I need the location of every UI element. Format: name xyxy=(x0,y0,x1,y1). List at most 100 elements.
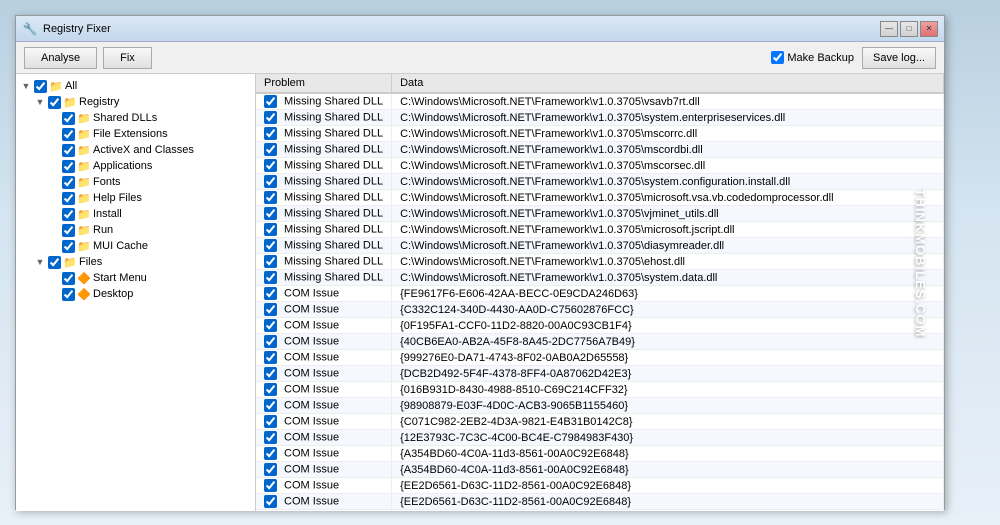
tree-expand-icon[interactable] xyxy=(48,192,60,204)
tree-item[interactable]: 📁Applications xyxy=(16,158,255,174)
row-checkbox[interactable] xyxy=(264,111,277,124)
row-checkbox[interactable] xyxy=(264,207,277,220)
tree-expand-icon[interactable] xyxy=(48,288,60,300)
tree-checkbox[interactable] xyxy=(62,192,75,205)
tree-expand-icon[interactable]: ▼ xyxy=(34,256,46,268)
make-backup-checkbox[interactable] xyxy=(771,51,784,64)
tree-expand-icon[interactable] xyxy=(48,272,60,284)
tree-item[interactable]: ▼📁All xyxy=(16,78,255,94)
table-row[interactable]: Missing Shared DLL C:\Windows\Microsoft.… xyxy=(256,222,944,238)
tree-item[interactable]: 📁MUI Cache xyxy=(16,238,255,254)
table-row[interactable]: COM Issue {016B931D-8430-4988-8510-C69C2… xyxy=(256,382,944,398)
table-row[interactable]: COM Issue {C071C982-2EB2-4D3A-9821-E4B31… xyxy=(256,414,944,430)
table-row[interactable]: COM Issue {40CB6EA0-AB2A-45F8-8A45-2DC77… xyxy=(256,334,944,350)
row-checkbox[interactable] xyxy=(264,383,277,396)
tree-expand-icon[interactable] xyxy=(48,144,60,156)
row-checkbox[interactable] xyxy=(264,303,277,316)
tree-expand-icon[interactable]: ▼ xyxy=(20,80,32,92)
tree-checkbox[interactable] xyxy=(48,256,61,269)
tree-checkbox[interactable] xyxy=(62,112,75,125)
tree-checkbox[interactable] xyxy=(62,176,75,189)
tree-checkbox[interactable] xyxy=(62,208,75,221)
table-row[interactable]: COM Issue {C332C124-340D-4430-AA0D-C7560… xyxy=(256,302,944,318)
row-checkbox[interactable] xyxy=(264,351,277,364)
table-row[interactable]: COM Issue {EE2D6561-D63C-11D2-8561-00A0C… xyxy=(256,478,944,494)
row-checkbox[interactable] xyxy=(264,95,277,108)
tree-expand-icon[interactable] xyxy=(48,160,60,172)
table-row[interactable]: COM Issue {A354BD60-4C0A-11d3-8561-00A0C… xyxy=(256,446,944,462)
table-row[interactable]: Missing Shared DLL C:\Windows\Microsoft.… xyxy=(256,158,944,174)
tree-item[interactable]: 📁File Extensions xyxy=(16,126,255,142)
row-checkbox[interactable] xyxy=(264,287,277,300)
row-checkbox[interactable] xyxy=(264,319,277,332)
tree-checkbox[interactable] xyxy=(62,160,75,173)
tree-checkbox[interactable] xyxy=(62,240,75,253)
table-row[interactable]: Missing Shared DLL C:\Windows\Microsoft.… xyxy=(256,238,944,254)
maximize-button[interactable]: □ xyxy=(900,21,918,37)
tree-item[interactable]: ▼📁Registry xyxy=(16,94,255,110)
tree-expand-icon[interactable] xyxy=(48,224,60,236)
make-backup-label[interactable]: Make Backup xyxy=(771,51,854,64)
table-row[interactable]: COM Issue {D4FA30-4E-BE69-11D4-AA30-0090… xyxy=(256,510,944,512)
row-checkbox[interactable] xyxy=(264,415,277,428)
table-row[interactable]: COM Issue {EE2D6561-D63C-11D2-8561-00A0C… xyxy=(256,494,944,510)
tree-expand-icon[interactable] xyxy=(48,208,60,220)
table-row[interactable]: Missing Shared DLL C:\Windows\Microsoft.… xyxy=(256,93,944,110)
minimize-button[interactable]: — xyxy=(880,21,898,37)
table-row[interactable]: Missing Shared DLL C:\Windows\Microsoft.… xyxy=(256,254,944,270)
table-row[interactable]: Missing Shared DLL C:\Windows\Microsoft.… xyxy=(256,110,944,126)
row-checkbox[interactable] xyxy=(264,431,277,444)
row-checkbox[interactable] xyxy=(264,255,277,268)
row-checkbox[interactable] xyxy=(264,447,277,460)
table-row[interactable]: COM Issue {12E3793C-7C3C-4C00-BC4E-C7984… xyxy=(256,430,944,446)
tree-item[interactable]: 📁Shared DLLs xyxy=(16,110,255,126)
table-row[interactable]: Missing Shared DLL C:\Windows\Microsoft.… xyxy=(256,142,944,158)
tree-item[interactable]: 🔶Desktop xyxy=(16,286,255,302)
row-checkbox[interactable] xyxy=(264,335,277,348)
row-checkbox[interactable] xyxy=(264,495,277,508)
table-row[interactable]: COM Issue {999276E0-DA71-4743-8F02-0AB0A… xyxy=(256,350,944,366)
row-checkbox[interactable] xyxy=(264,143,277,156)
table-row[interactable]: Missing Shared DLL C:\Windows\Microsoft.… xyxy=(256,190,944,206)
row-checkbox[interactable] xyxy=(264,175,277,188)
tree-checkbox[interactable] xyxy=(62,144,75,157)
tree-item[interactable]: 🔶Start Menu xyxy=(16,270,255,286)
row-checkbox[interactable] xyxy=(264,159,277,172)
tree-item[interactable]: 📁Help Files xyxy=(16,190,255,206)
row-checkbox[interactable] xyxy=(264,127,277,140)
table-row[interactable]: Missing Shared DLL C:\Windows\Microsoft.… xyxy=(256,126,944,142)
table-row[interactable]: COM Issue {DCB2D492-5F4F-4378-8FF4-0A870… xyxy=(256,366,944,382)
fix-button[interactable]: Fix xyxy=(103,47,152,69)
save-log-button[interactable]: Save log... xyxy=(862,47,936,69)
tree-checkbox[interactable] xyxy=(48,96,61,109)
row-checkbox[interactable] xyxy=(264,239,277,252)
row-checkbox[interactable] xyxy=(264,271,277,284)
tree-item[interactable]: 📁Fonts xyxy=(16,174,255,190)
table-row[interactable]: COM Issue {98908879-E03F-4D0C-ACB3-9065B… xyxy=(256,398,944,414)
tree-expand-icon[interactable] xyxy=(48,176,60,188)
tree-item[interactable]: ▼📁Files xyxy=(16,254,255,270)
tree-expand-icon[interactable]: ▼ xyxy=(34,96,46,108)
table-row[interactable]: COM Issue {A354BD60-4C0A-11d3-8561-00A0C… xyxy=(256,462,944,478)
tree-checkbox[interactable] xyxy=(62,272,75,285)
tree-item[interactable]: 📁ActiveX and Classes xyxy=(16,142,255,158)
tree-checkbox[interactable] xyxy=(62,224,75,237)
table-row[interactable]: COM Issue {0F195FA1-CCF0-11D2-8820-00A0C… xyxy=(256,318,944,334)
row-checkbox[interactable] xyxy=(264,367,277,380)
table-row[interactable]: Missing Shared DLL C:\Windows\Microsoft.… xyxy=(256,174,944,190)
tree-expand-icon[interactable] xyxy=(48,240,60,252)
tree-checkbox[interactable] xyxy=(62,128,75,141)
tree-item[interactable]: 📁Install xyxy=(16,206,255,222)
tree-checkbox[interactable] xyxy=(34,80,47,93)
tree-item[interactable]: 📁Run xyxy=(16,222,255,238)
row-checkbox[interactable] xyxy=(264,463,277,476)
row-checkbox[interactable] xyxy=(264,191,277,204)
analyse-button[interactable]: Analyse xyxy=(24,47,97,69)
tree-checkbox[interactable] xyxy=(62,288,75,301)
table-row[interactable]: Missing Shared DLL C:\Windows\Microsoft.… xyxy=(256,270,944,286)
tree-expand-icon[interactable] xyxy=(48,128,60,140)
table-row[interactable]: Missing Shared DLL C:\Windows\Microsoft.… xyxy=(256,206,944,222)
row-checkbox[interactable] xyxy=(264,399,277,412)
tree-expand-icon[interactable] xyxy=(48,112,60,124)
row-checkbox[interactable] xyxy=(264,223,277,236)
